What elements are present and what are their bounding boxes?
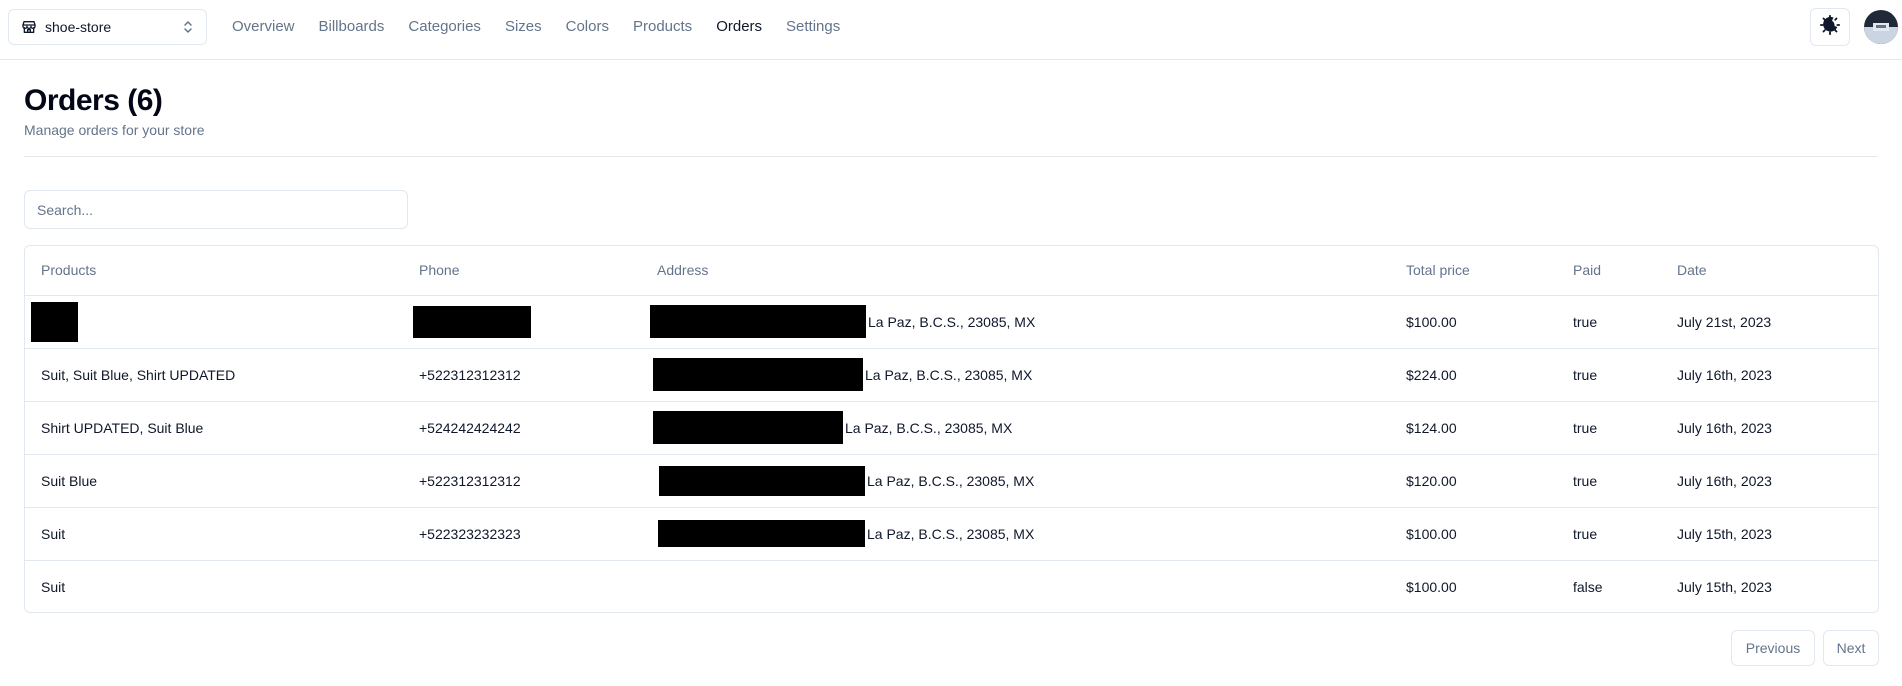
user-avatar[interactable] (1864, 10, 1898, 44)
store-name: shoe-store (45, 19, 112, 35)
cell-phone: +522312312312 (403, 454, 641, 508)
table-row[interactable]: Suit +522323232323 La Paz, B.C.S., 23085… (25, 507, 1878, 561)
cell-total-price: $100.00 (1390, 295, 1557, 349)
cell-address: La Paz, B.C.S., 23085, MX (641, 401, 1390, 455)
cell-paid: true (1557, 348, 1661, 402)
cell-phone: +522323232323 (403, 507, 641, 561)
cell-total-price: $224.00 (1390, 348, 1557, 402)
main-nav: Overview Billboards Categories Sizes Col… (232, 0, 864, 52)
cell-total-price: $120.00 (1390, 454, 1557, 508)
column-header-phone: Phone (403, 246, 641, 296)
cell-address: La Paz, B.C.S., 23085, MX (641, 348, 1390, 402)
cell-paid: true (1557, 454, 1661, 508)
orders-table: Products Phone Address Total price Paid … (24, 245, 1879, 613)
table-row[interactable]: La Paz, B.C.S., 23085, MX $100.00 true J… (25, 295, 1878, 349)
cell-total-price: $124.00 (1390, 401, 1557, 455)
column-header-date: Date (1661, 246, 1878, 296)
cell-products: Suit, Suit Blue, Shirt UPDATED (25, 348, 403, 402)
nav-categories[interactable]: Categories (408, 18, 481, 35)
cell-address: La Paz, B.C.S., 23085, MX (641, 507, 1390, 561)
cell-products: Suit (41, 578, 66, 595)
theme-icon (1819, 14, 1841, 41)
next-page-button[interactable]: Next (1823, 630, 1879, 666)
table-row[interactable]: Suit Blue +522312312312 La Paz, B.C.S., … (25, 454, 1878, 508)
cell-paid: false (1573, 578, 1603, 595)
table-header-row: Products Phone Address Total price Paid … (25, 246, 1878, 296)
cell-paid: true (1557, 295, 1661, 349)
cell-date: July 16th, 2023 (1661, 348, 1878, 402)
cell-phone: +522312312312 (403, 348, 641, 402)
table-row[interactable]: Suit $100.00 false July 15th, 2023 (25, 560, 1878, 612)
cell-paid: true (1557, 507, 1661, 561)
nav-overview[interactable]: Overview (232, 18, 295, 35)
cell-products: Suit Blue (25, 454, 403, 508)
nav-colors[interactable]: Colors (566, 18, 609, 35)
nav-orders[interactable]: Orders (716, 18, 762, 35)
cell-phone: +524242424242 (403, 401, 641, 455)
cell-total-price: $100.00 (1406, 578, 1457, 595)
cell-date: July 15th, 2023 (1677, 578, 1772, 595)
redaction-block (653, 358, 863, 391)
cell-date: July 15th, 2023 (1661, 507, 1878, 561)
page-title: Orders (6) (24, 84, 163, 117)
nav-settings[interactable]: Settings (786, 18, 840, 35)
redaction-block (659, 465, 865, 496)
nav-products[interactable]: Products (633, 18, 692, 35)
cell-phone (403, 560, 641, 612)
redaction-block (653, 411, 843, 444)
nav-billboards[interactable]: Billboards (319, 18, 385, 35)
cell-products: Shirt UPDATED, Suit Blue (25, 401, 403, 455)
previous-page-button[interactable]: Previous (1731, 630, 1815, 666)
cell-date: July 16th, 2023 (1661, 401, 1878, 455)
redaction-block (650, 305, 866, 338)
cell-address: La Paz, B.C.S., 23085, MX (641, 295, 1390, 349)
separator (24, 156, 1878, 157)
top-navbar: shoe-store Overview Billboards Categorie… (0, 0, 1902, 60)
cell-products (25, 295, 403, 349)
cell-date: July 21st, 2023 (1661, 295, 1878, 349)
column-header-products: Products (25, 246, 403, 296)
cell-address (641, 560, 1390, 612)
cell-products: Suit (25, 507, 403, 561)
column-header-total-price: Total price (1390, 246, 1557, 296)
nav-sizes[interactable]: Sizes (505, 18, 542, 35)
column-header-address: Address (641, 246, 1390, 296)
cell-total-price: $100.00 (1390, 507, 1557, 561)
chevrons-up-down-icon (182, 19, 194, 35)
redaction-block (31, 301, 78, 342)
table-row[interactable]: Suit, Suit Blue, Shirt UPDATED +52231231… (25, 348, 1878, 402)
page-subtitle: Manage orders for your store (24, 122, 205, 138)
redaction-block (658, 520, 865, 547)
store-icon (21, 19, 37, 35)
redaction-block (413, 305, 531, 338)
store-switcher[interactable]: shoe-store (8, 9, 207, 45)
cell-address: La Paz, B.C.S., 23085, MX (641, 454, 1390, 508)
search-input[interactable] (24, 190, 408, 229)
table-row[interactable]: Shirt UPDATED, Suit Blue +524242424242 L… (25, 401, 1878, 455)
column-header-paid: Paid (1557, 246, 1661, 296)
theme-toggle-button[interactable] (1810, 8, 1850, 46)
cell-paid: true (1557, 401, 1661, 455)
cell-date: July 16th, 2023 (1661, 454, 1878, 508)
cell-phone (403, 295, 641, 349)
